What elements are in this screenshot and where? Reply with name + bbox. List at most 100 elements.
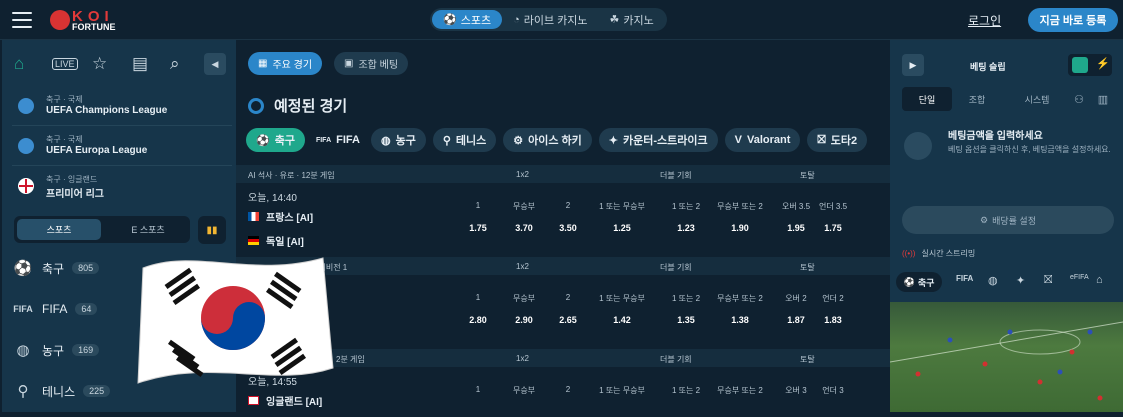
odds-label: 1 또는 무승부 <box>599 386 645 395</box>
sport-chip-valorant[interactable]: V Valorant <box>724 128 801 152</box>
home-icon[interactable]: ⌂ <box>14 54 24 74</box>
sidebar-sport-tennis[interactable]: ⚲ 테니스 225 <box>12 376 111 406</box>
broadcast-icon: ((•)) <box>902 249 916 258</box>
star-icon[interactable]: ☆ <box>92 54 107 74</box>
globe-icon <box>18 98 34 114</box>
odds-label: 2 <box>565 385 571 394</box>
expand-icon[interactable]: ▶ <box>902 54 924 76</box>
sidebar-sport-fifa[interactable]: FIFA FIFA 64 <box>12 294 98 324</box>
button-label: 배당률 설정 <box>992 215 1036 226</box>
chip-label: 조합 베팅 <box>358 60 399 71</box>
logo[interactable]: KOI FORTUNE <box>50 8 140 32</box>
tab-live-casino[interactable]: ◔ 라이브 카지노 <box>502 10 598 29</box>
soccer-ball-icon: ⚽ <box>13 260 33 277</box>
sport-chip-tennis[interactable]: ⚲ 테니스 <box>432 128 497 152</box>
odds-value[interactable]: 2.65 <box>538 315 598 325</box>
chip-label: 도타2 <box>830 135 858 147</box>
team-name: 독일 [AI] <box>266 237 304 248</box>
market-label: 토탈 <box>800 263 815 272</box>
soccer-ball-icon: ⚽ <box>903 276 915 287</box>
collapse-sidebar-button[interactable]: ◀ <box>204 53 226 75</box>
odds-label: 2 <box>565 293 571 302</box>
lightning-icon: ⚡ <box>1096 58 1110 70</box>
france-flag-icon <box>248 212 259 221</box>
stream-sport-soccer[interactable]: ⚽ 축구 <box>896 272 942 292</box>
sport-chip-ice-hockey[interactable]: ⚙ 아이스 하키 <box>503 128 592 152</box>
team-name: 잉글랜드 [AI] <box>266 397 323 408</box>
live-stream-video[interactable] <box>889 302 1123 412</box>
live-icon[interactable]: LIVE <box>52 58 78 70</box>
tab-casino[interactable]: ☘ 카지노 <box>599 10 665 29</box>
bet-type-tabs: 단일 조합 시스템 ⚇ ▥ <box>902 87 1112 111</box>
odds-value[interactable]: 1.42 <box>592 315 652 325</box>
sport-chip-basketball[interactable]: ◍ 농구 <box>370 128 426 152</box>
odds-label: 무승부 또는 2 <box>717 202 763 211</box>
efifa-icon[interactable]: eFIFA <box>1070 274 1089 281</box>
odds-label: 언더 3 <box>822 386 844 395</box>
odds-value[interactable]: 3.50 <box>538 223 598 233</box>
market-label: 1x2 <box>516 354 529 363</box>
sidebar-sport-basketball[interactable]: ◍ 농구 169 <box>12 335 100 365</box>
match-time: 오늘, 14:40 <box>248 193 297 204</box>
sport-filter-bar: ⚽ 축구 FIFA FIFA ◍ 농구 ⚲ 테니스 ⚙ 아이스 하키 ✦ 카운터-스트라이크… <box>246 128 868 152</box>
betslip-mode-toggle[interactable]: ⚡ <box>1068 54 1112 76</box>
tab-single[interactable]: 단일 <box>902 87 952 111</box>
odds-value[interactable]: 1.38 <box>710 315 770 325</box>
odds-settings-button[interactable]: ⚙ 배당률 설정 <box>902 206 1114 234</box>
odds-value[interactable]: 1.83 <box>803 315 863 325</box>
home-icon[interactable]: ⌂ <box>1096 274 1103 286</box>
dota-icon[interactable]: ⛝ <box>1044 274 1052 287</box>
league-item[interactable]: 축구 · 국제 UEFA Champions League <box>12 88 232 126</box>
toggle-esports[interactable]: E 스포츠 <box>106 219 190 240</box>
match-row[interactable]: 오늘, 14:40 프랑스 [AI] 독일 [AI] <box>236 183 890 253</box>
fifa-icon: FIFA <box>315 136 332 144</box>
sidebar-sport-soccer[interactable]: ⚽ 축구 805 <box>12 253 100 283</box>
odds-value[interactable]: 1.90 <box>710 223 770 233</box>
odds-value[interactable]: 1.35 <box>656 315 716 325</box>
team-name: 프랑스 [AI] <box>266 213 314 224</box>
logo-text-bottom: FORTUNE <box>72 22 116 32</box>
sport-chip-counter-strike[interactable]: ✦ 카운터-스트라이크 <box>598 128 718 152</box>
odds-value[interactable]: 1.23 <box>656 223 716 233</box>
sport-chip-soccer[interactable]: ⚽ 축구 <box>246 128 305 152</box>
people-icon[interactable]: ⚇ <box>1070 87 1088 111</box>
gift-icon[interactable]: ▥ <box>1094 87 1112 111</box>
league-sub: 축구 · 잉글랜드 <box>46 175 98 184</box>
basketball-icon[interactable]: ◍ <box>988 274 998 287</box>
soldier-icon: ✦ <box>608 134 619 147</box>
betslip-icon[interactable]: ▤ <box>132 54 148 74</box>
sports-esports-toggle: 스포츠 E 스포츠 <box>14 216 190 243</box>
sport-chip-dota2[interactable]: ⛝ 도타2 <box>807 128 868 152</box>
odds-value[interactable]: 1.75 <box>803 223 863 233</box>
tennis-racket-icon: ⚲ <box>17 383 29 400</box>
tab-combo[interactable]: 조합 <box>952 87 1002 111</box>
market-label: 더블 기회 <box>660 355 692 364</box>
league-item[interactable]: 축구 · 잉글랜드 프리미어 리그 <box>12 168 232 206</box>
stats-chart-icon[interactable]: ▮▮ <box>198 216 226 244</box>
sidebar-icon-row: ⌂ LIVE ☆ ▤ ⌕ <box>2 52 236 76</box>
fifa-icon[interactable]: FIFA <box>956 274 973 283</box>
team-home: 프랑스 [AI] <box>248 209 313 224</box>
top-matches-button[interactable]: ▦ 주요 경기 <box>248 52 323 75</box>
combo-bet-button[interactable]: ▣ 조합 베팅 <box>334 52 409 75</box>
tab-sports[interactable]: ⚽ 스포츠 <box>432 10 503 29</box>
league-item[interactable]: 축구 · 국제 UEFA Europa League <box>12 128 232 166</box>
league-name: UEFA Champions League <box>46 105 168 116</box>
soldier-icon[interactable]: ✦ <box>1016 274 1025 287</box>
calendar-icon: ▣ <box>344 58 354 69</box>
sport-chip-fifa[interactable]: FIFA FIFA <box>312 128 364 152</box>
market-label: 더블 기회 <box>660 171 692 180</box>
search-icon[interactable]: ⌕ <box>170 54 180 74</box>
odds-label: 무승부 또는 2 <box>717 294 763 303</box>
tab-system[interactable]: 시스템 <box>1007 87 1067 111</box>
odds-label: 언더 2 <box>822 294 844 303</box>
fifa-icon: FIFA <box>13 304 33 314</box>
odds-value[interactable]: 1.25 <box>592 223 652 233</box>
tab-label: 스포츠 <box>460 14 492 27</box>
toggle-sports[interactable]: 스포츠 <box>17 219 101 240</box>
register-button[interactable]: 지금 바로 등록 <box>1028 8 1118 32</box>
tennis-racket-icon: ⚲ <box>442 134 451 147</box>
menu-icon[interactable] <box>12 12 32 28</box>
chip-label: 축구 <box>917 277 935 288</box>
login-link[interactable]: 로그인 <box>968 12 1001 29</box>
